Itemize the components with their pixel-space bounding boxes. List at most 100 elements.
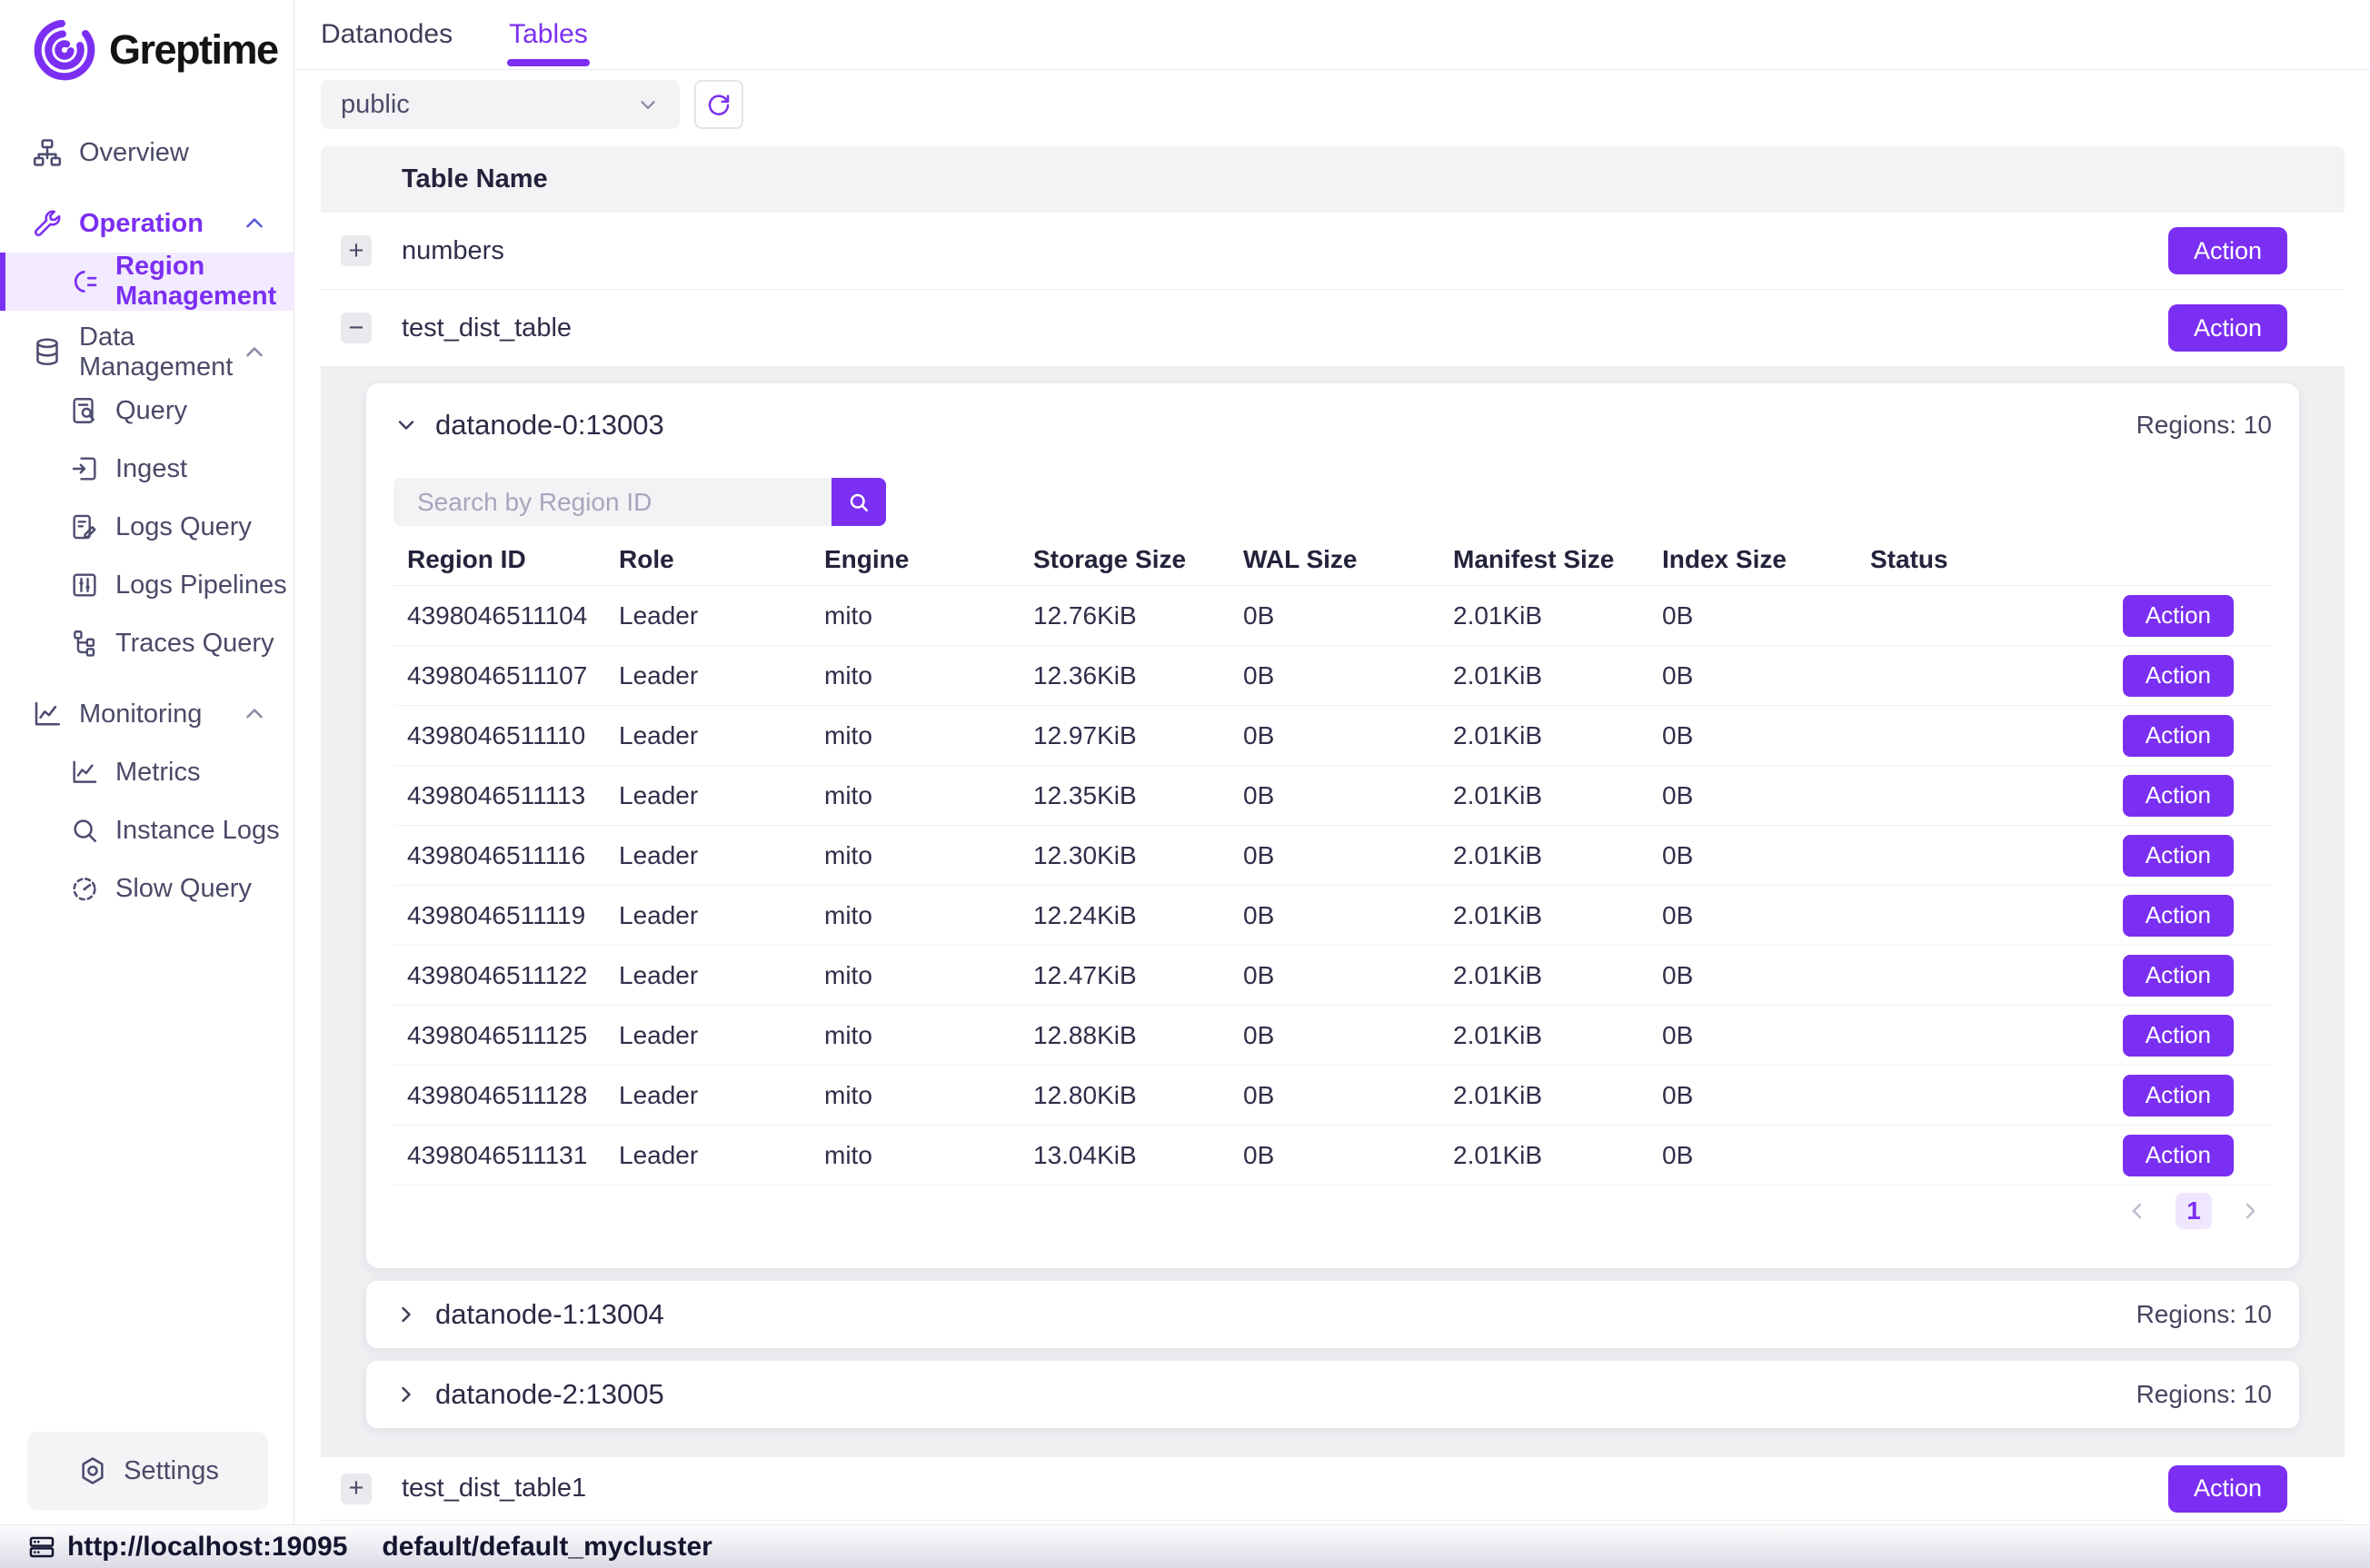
tab-datanodes[interactable]: Datanodes bbox=[321, 0, 453, 69]
expand-plus-icon[interactable]: + bbox=[341, 235, 372, 266]
region-action-button[interactable]: Action bbox=[2123, 715, 2234, 757]
cell-region-id: 4398046511104 bbox=[407, 601, 619, 630]
datanode-0-header[interactable]: datanode-0:13003 Regions: 10 bbox=[393, 407, 2272, 443]
sidebar-item-label: Traces Query bbox=[115, 629, 274, 659]
column-wal-size: WAL Size bbox=[1243, 545, 1453, 574]
cell-region-id: 4398046511119 bbox=[407, 901, 619, 930]
table-action-button[interactable]: Action bbox=[2168, 1465, 2287, 1513]
cell-role: Leader bbox=[619, 1081, 824, 1110]
datanode-0-card: datanode-0:13003 Regions: 10 bbox=[366, 383, 2299, 1268]
settings-button[interactable]: Settings bbox=[27, 1432, 268, 1510]
region-row: 4398046511128Leadermito12.80KiB0B2.01KiB… bbox=[393, 1066, 2272, 1126]
column-index-size: Index Size bbox=[1662, 545, 1870, 574]
column-engine: Engine bbox=[824, 545, 1033, 574]
region-search-input[interactable] bbox=[393, 478, 831, 526]
cell-role: Leader bbox=[619, 721, 824, 750]
pagination: 1 bbox=[393, 1186, 2272, 1236]
cell-wal-size: 0B bbox=[1243, 661, 1453, 690]
region-action-button[interactable]: Action bbox=[2123, 955, 2234, 997]
sidebar-item-monitoring[interactable]: Monitoring bbox=[0, 685, 294, 743]
cell-manifest-size: 2.01KiB bbox=[1453, 841, 1662, 870]
sidebar-item-instance-logs[interactable]: Instance Logs bbox=[0, 801, 294, 859]
sidebar-item-metrics[interactable]: Metrics bbox=[0, 743, 294, 801]
sidebar-item-logs-pipelines[interactable]: Logs Pipelines bbox=[0, 556, 294, 614]
main-panel: Datanodes Tables public bbox=[295, 0, 2370, 1524]
sidebar-item-region-management[interactable]: Region Management bbox=[0, 253, 294, 311]
region-action-button[interactable]: Action bbox=[2123, 655, 2234, 697]
column-role: Role bbox=[619, 545, 824, 574]
chevron-right-icon[interactable] bbox=[2237, 1198, 2263, 1224]
datanode-1-card[interactable]: datanode-1:13004 Regions: 10 bbox=[366, 1281, 2299, 1348]
cell-engine: mito bbox=[824, 1081, 1033, 1110]
cell-role: Leader bbox=[619, 901, 824, 930]
region-action-button[interactable]: Action bbox=[2123, 1015, 2234, 1057]
cell-wal-size: 0B bbox=[1243, 1141, 1453, 1170]
brand-logo: Greptime bbox=[0, 0, 294, 84]
table-action-button[interactable]: Action bbox=[2168, 227, 2287, 274]
region-search bbox=[393, 478, 2272, 526]
table-action-button[interactable]: Action bbox=[2168, 304, 2287, 352]
cell-engine: mito bbox=[824, 901, 1033, 930]
cell-region-id: 4398046511122 bbox=[407, 961, 619, 990]
region-action-button[interactable]: Action bbox=[2123, 775, 2234, 817]
cell-engine: mito bbox=[824, 781, 1033, 810]
cell-wal-size: 0B bbox=[1243, 721, 1453, 750]
sidebar-item-overview[interactable]: Overview bbox=[0, 124, 294, 182]
cell-region-id: 4398046511110 bbox=[407, 721, 619, 750]
column-table-name: Table Name bbox=[402, 164, 548, 194]
table-name: test_dist_table1 bbox=[402, 1474, 586, 1503]
cell-storage-size: 12.80KiB bbox=[1033, 1081, 1243, 1110]
tables-table: Table Name + numbers Action − test_dist_… bbox=[321, 146, 2345, 1521]
chevron-down-icon bbox=[636, 93, 660, 116]
slow-query-icon bbox=[69, 873, 100, 904]
chevron-up-icon bbox=[241, 339, 268, 366]
region-action-button[interactable]: Action bbox=[2123, 595, 2234, 637]
sidebar-item-slow-query[interactable]: Slow Query bbox=[0, 859, 294, 918]
collapse-minus-icon[interactable]: − bbox=[341, 313, 372, 343]
tab-tables[interactable]: Tables bbox=[509, 0, 588, 69]
cell-index-size: 0B bbox=[1662, 1081, 1870, 1110]
sidebar-nav: Overview OperationRegion Management Data M… bbox=[0, 124, 294, 918]
region-action-button[interactable]: Action bbox=[2123, 835, 2234, 877]
expand-plus-icon[interactable]: + bbox=[341, 1474, 372, 1504]
sidebar-item-query[interactable]: Query bbox=[0, 382, 294, 440]
region-action-button[interactable]: Action bbox=[2123, 1135, 2234, 1176]
cell-index-size: 0B bbox=[1662, 721, 1870, 750]
cell-role: Leader bbox=[619, 601, 824, 630]
sidebar-item-operation[interactable]: Operation bbox=[0, 194, 294, 253]
search-icon bbox=[845, 489, 872, 516]
sidebar-item-logs-query[interactable]: Logs Query bbox=[0, 498, 294, 556]
table-row-numbers: + numbers Action bbox=[321, 213, 2345, 290]
region-search-button[interactable] bbox=[831, 478, 886, 526]
gear-icon bbox=[76, 1454, 109, 1487]
chevron-left-icon[interactable] bbox=[2125, 1198, 2150, 1224]
table-name: test_dist_table bbox=[402, 313, 572, 343]
cell-storage-size: 12.97KiB bbox=[1033, 721, 1243, 750]
greptime-logo-icon bbox=[31, 16, 98, 84]
cell-manifest-size: 2.01KiB bbox=[1453, 1081, 1662, 1110]
regions-count: Regions: 10 bbox=[2136, 1300, 2272, 1329]
region-table-header: Region IDRoleEngineStorage SizeWAL SizeM… bbox=[393, 533, 2272, 586]
cell-wal-size: 0B bbox=[1243, 1081, 1453, 1110]
cell-manifest-size: 2.01KiB bbox=[1453, 901, 1662, 930]
region-action-button[interactable]: Action bbox=[2123, 1075, 2234, 1116]
region-management-icon bbox=[69, 266, 100, 297]
database-select[interactable]: public bbox=[321, 80, 680, 129]
database-select-value: public bbox=[341, 90, 410, 120]
cell-engine: mito bbox=[824, 1021, 1033, 1050]
region-action-button[interactable]: Action bbox=[2123, 895, 2234, 937]
cell-wal-size: 0B bbox=[1243, 1021, 1453, 1050]
sidebar-item-traces-query[interactable]: Traces Query bbox=[0, 614, 294, 672]
cell-index-size: 0B bbox=[1662, 601, 1870, 630]
page-number[interactable]: 1 bbox=[2176, 1193, 2212, 1229]
sidebar-item-ingest[interactable]: Ingest bbox=[0, 440, 294, 498]
sidebar-item-label: Instance Logs bbox=[115, 816, 280, 846]
sidebar-item-data-management[interactable]: Data Management bbox=[0, 323, 294, 382]
region-row: 4398046511110Leadermito12.97KiB0B2.01KiB… bbox=[393, 706, 2272, 766]
datanode-2-card[interactable]: datanode-2:13005 Regions: 10 bbox=[366, 1361, 2299, 1428]
region-row: 4398046511131Leadermito13.04KiB0B2.01KiB… bbox=[393, 1126, 2272, 1186]
chevron-up-icon bbox=[241, 700, 268, 728]
cell-manifest-size: 2.01KiB bbox=[1453, 1021, 1662, 1050]
cell-wal-size: 0B bbox=[1243, 841, 1453, 870]
refresh-button[interactable] bbox=[694, 80, 743, 129]
